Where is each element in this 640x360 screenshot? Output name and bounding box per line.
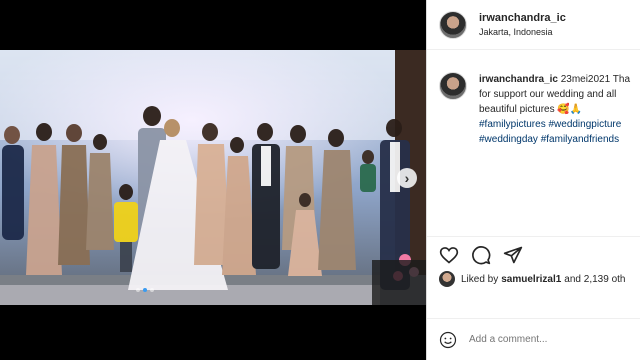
comment-input[interactable]	[469, 334, 629, 345]
location-link[interactable]: Jakarta, Indonesia	[479, 25, 566, 39]
carousel-dot	[136, 288, 140, 292]
smiley-icon[interactable]	[439, 331, 457, 349]
carousel-dot	[150, 288, 154, 292]
liker-username[interactable]: samuelrizal1	[501, 274, 561, 285]
likes-prefix: Liked by	[461, 273, 499, 285]
post-side-panel: irwanchandra_ic Jakarta, Indonesia irwan…	[426, 0, 640, 360]
post-caption: irwanchandra_ic 23mei2021 Tha for suppor…	[439, 72, 640, 147]
hashtags-line-2[interactable]: #weddingday #familyandfriends	[479, 132, 630, 147]
caption-line-1: 23mei2021 Tha	[557, 74, 631, 85]
username-link[interactable]: irwanchandra_ic	[479, 11, 566, 25]
header-text: irwanchandra_ic Jakarta, Indonesia	[479, 11, 566, 39]
hashtags-line-1[interactable]: #familypictures #weddingpicture	[479, 117, 630, 132]
likes-suffix[interactable]: and 2,139 oth	[564, 274, 625, 285]
caption-text: irwanchandra_ic 23mei2021 Tha for suppor…	[479, 72, 630, 147]
post-photo[interactable]	[0, 50, 426, 305]
chevron-right-icon: ›	[404, 170, 410, 186]
liker-avatar[interactable]	[439, 271, 455, 287]
caption-avatar[interactable]	[439, 72, 467, 100]
post-actions	[427, 236, 640, 273]
comment-icon[interactable]	[471, 245, 491, 265]
carousel-dot-active	[143, 288, 147, 292]
instagram-post-view: › irwanchandra_ic Jakarta, Indonesia irw…	[0, 0, 640, 360]
heart-icon[interactable]	[439, 245, 459, 265]
caption-line-3: beautiful pictures 🥰🙏	[479, 104, 583, 115]
carousel-indicator	[136, 288, 154, 292]
paper-plane-icon[interactable]	[503, 245, 523, 265]
next-slide-button[interactable]: ›	[397, 168, 417, 188]
likes-summary: Liked by samuelrizal1 and 2,139 oth	[439, 271, 625, 287]
caption-username[interactable]: irwanchandra_ic	[479, 74, 558, 85]
comment-bar	[427, 318, 640, 360]
wedding-group-photo	[0, 50, 426, 305]
post-media: ›	[0, 0, 426, 360]
caption-line-2: for support our wedding and all	[479, 89, 617, 100]
avatar[interactable]	[439, 10, 467, 39]
post-header: irwanchandra_ic Jakarta, Indonesia	[427, 0, 640, 50]
